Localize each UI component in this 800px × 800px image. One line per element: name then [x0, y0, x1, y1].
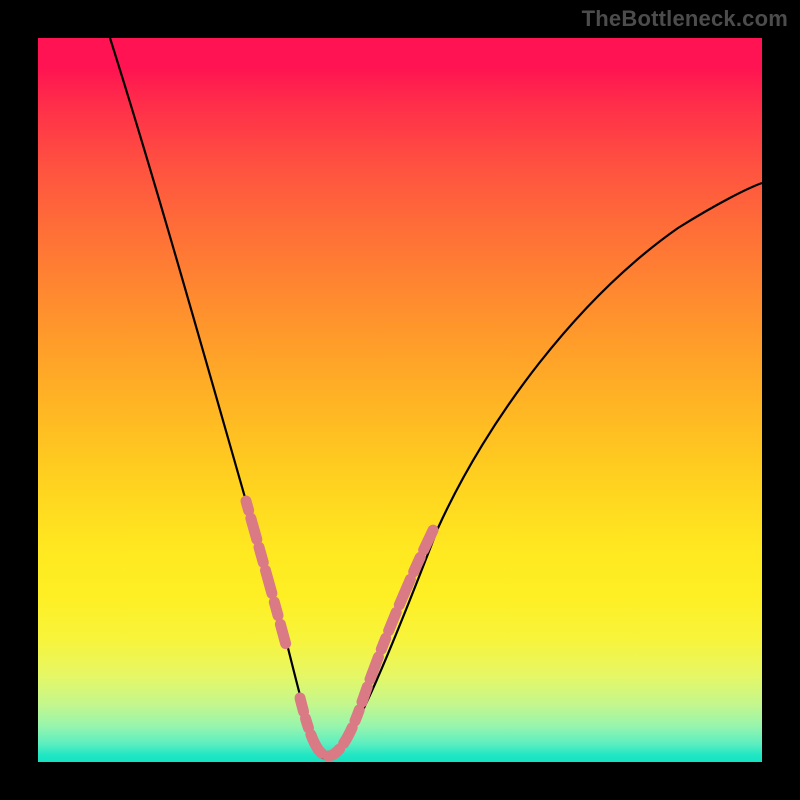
bottleneck-curve: [110, 38, 762, 758]
attribution-text: TheBottleneck.com: [582, 6, 788, 32]
highlight-segment-bottom: [300, 698, 362, 756]
plot-area: [38, 38, 762, 762]
curve-layer: [38, 38, 762, 762]
highlight-segment-left: [246, 501, 300, 698]
highlight-segment-right: [362, 516, 440, 702]
chart-frame: TheBottleneck.com: [0, 0, 800, 800]
